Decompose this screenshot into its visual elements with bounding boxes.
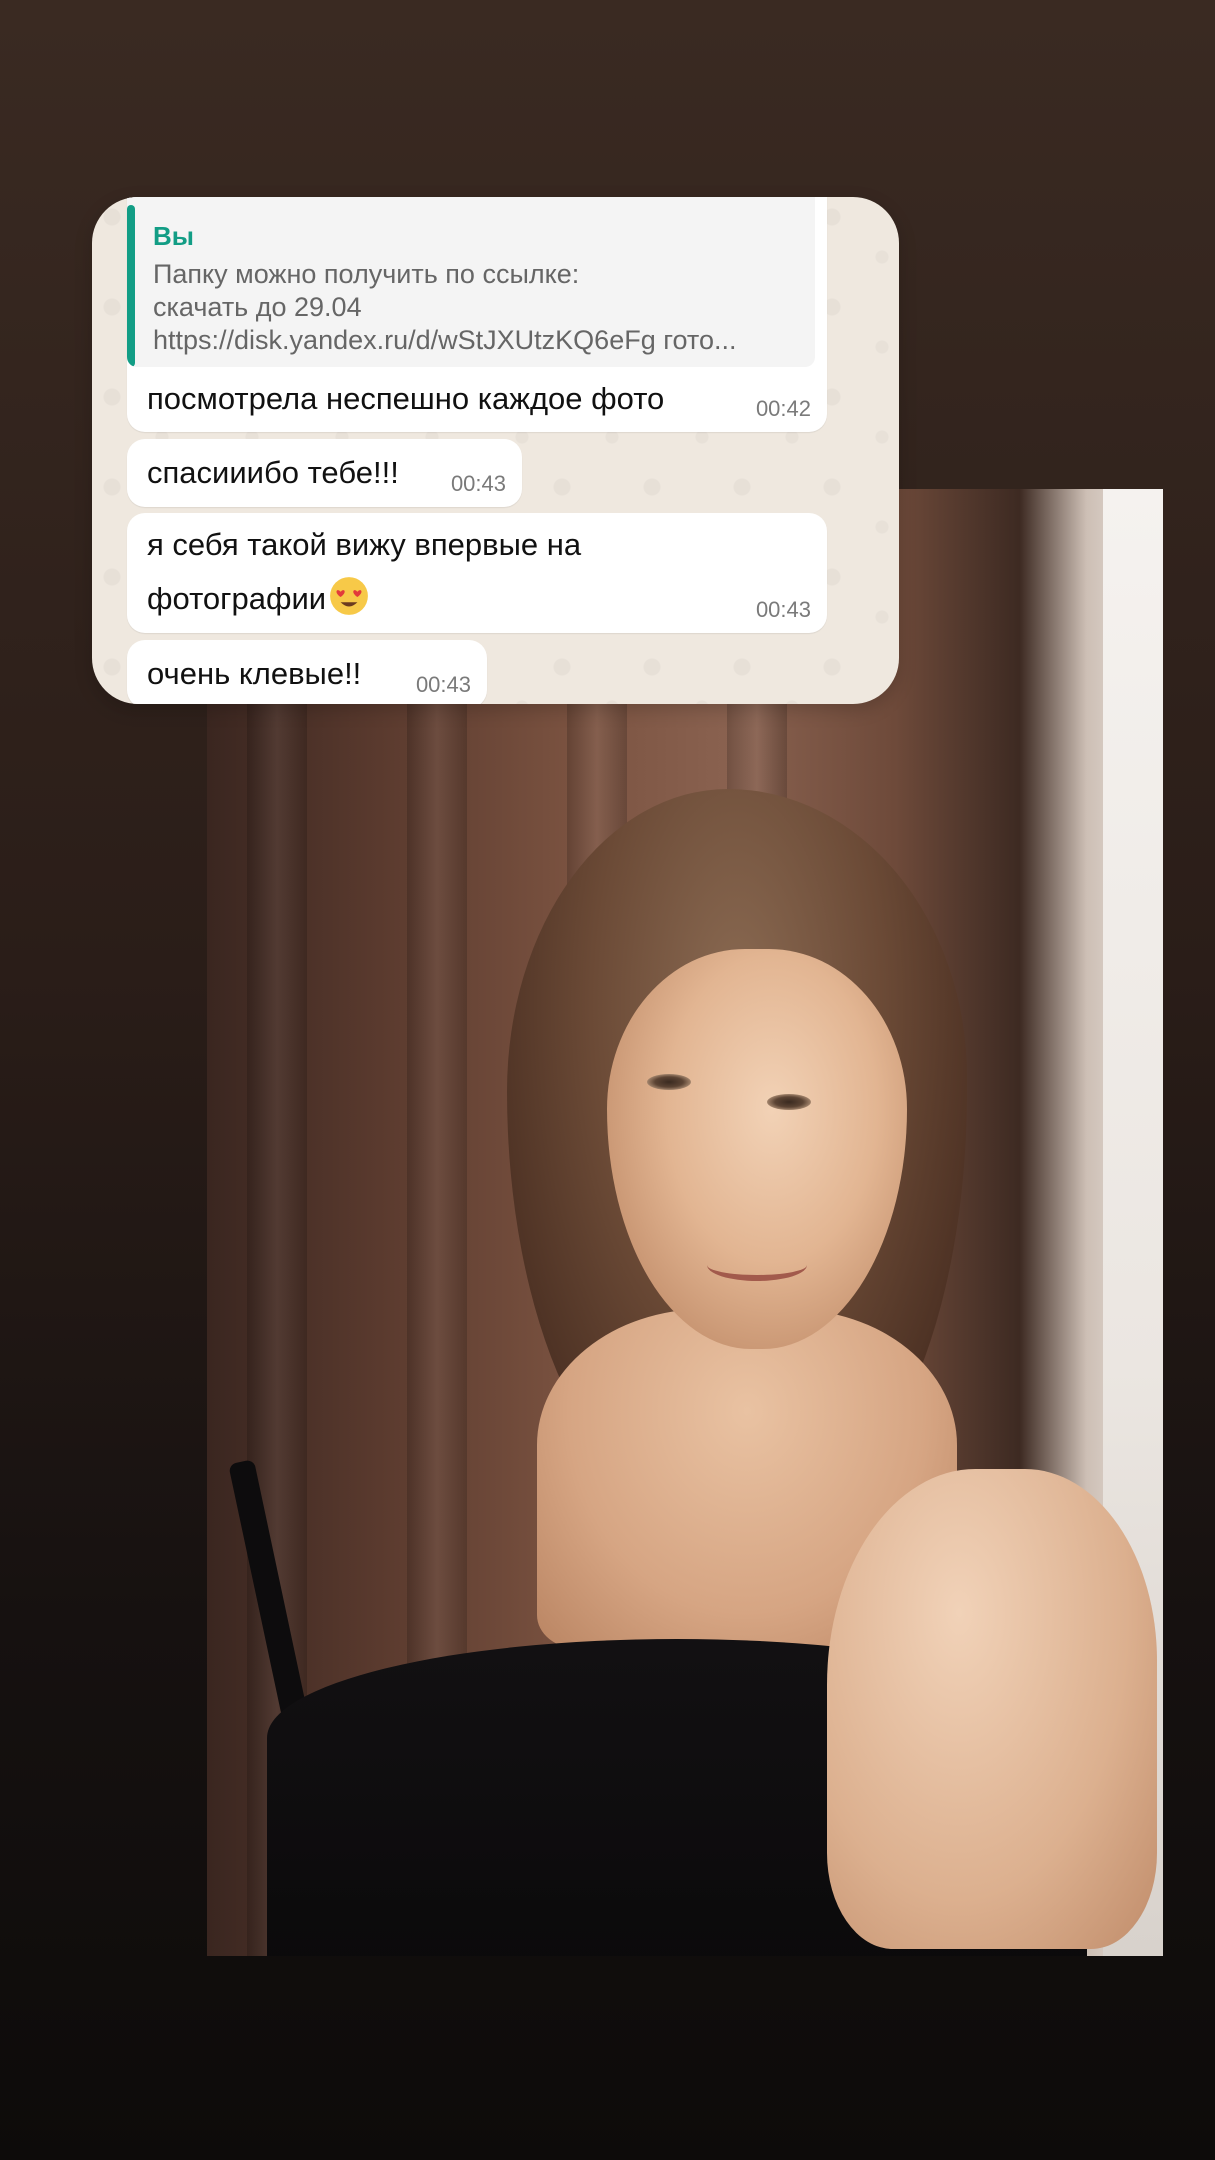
message-time: 00:42 <box>755 396 811 421</box>
message-bubble[interactable]: очень клевые!! 00:43 <box>127 640 487 704</box>
chat-screenshot-card: Вы Папку можно получить по ссылке: скача… <box>92 197 899 704</box>
heart-eyes-emoji-icon <box>328 575 370 617</box>
message-bubble[interactable]: спасииибо тебе!!! 00:43 <box>127 439 522 507</box>
quote-line: Папку можно получить по ссылке: <box>153 259 580 289</box>
quote-line: скачать до 29.04 <box>153 292 362 322</box>
message-time: 00:43 <box>450 471 506 496</box>
right-eye <box>767 1094 811 1110</box>
message-text: посмотрела неспешно каждое фото <box>147 381 665 416</box>
message-text: фотографии <box>147 581 327 616</box>
portrait-photo <box>207 489 1163 1956</box>
message-time: 00:43 <box>415 672 471 697</box>
message-text: я себя такой вижу впервые на <box>147 527 582 562</box>
left-eye <box>647 1074 691 1090</box>
message-bubble-reply[interactable]: Вы Папку можно получить по ссылке: скача… <box>127 197 827 432</box>
message-time: 00:43 <box>755 597 811 622</box>
quote-accent-bar <box>127 205 135 367</box>
quoted-message[interactable]: Вы Папку можно получить по ссылке: скача… <box>127 197 815 367</box>
message-text: спасииибо тебе!!! <box>147 455 399 490</box>
quote-link-line[interactable]: https://disk.yandex.ru/d/wStJXUtzKQ6eFg … <box>153 325 736 356</box>
quote-author: Вы <box>153 221 194 251</box>
message-bubble[interactable]: я себя такой вижу впервые на фотографии … <box>127 513 827 633</box>
message-text-line: фотографии <box>147 575 370 617</box>
message-text: очень клевые!! <box>147 656 362 691</box>
smile <box>707 1249 807 1281</box>
arm <box>827 1469 1157 1949</box>
